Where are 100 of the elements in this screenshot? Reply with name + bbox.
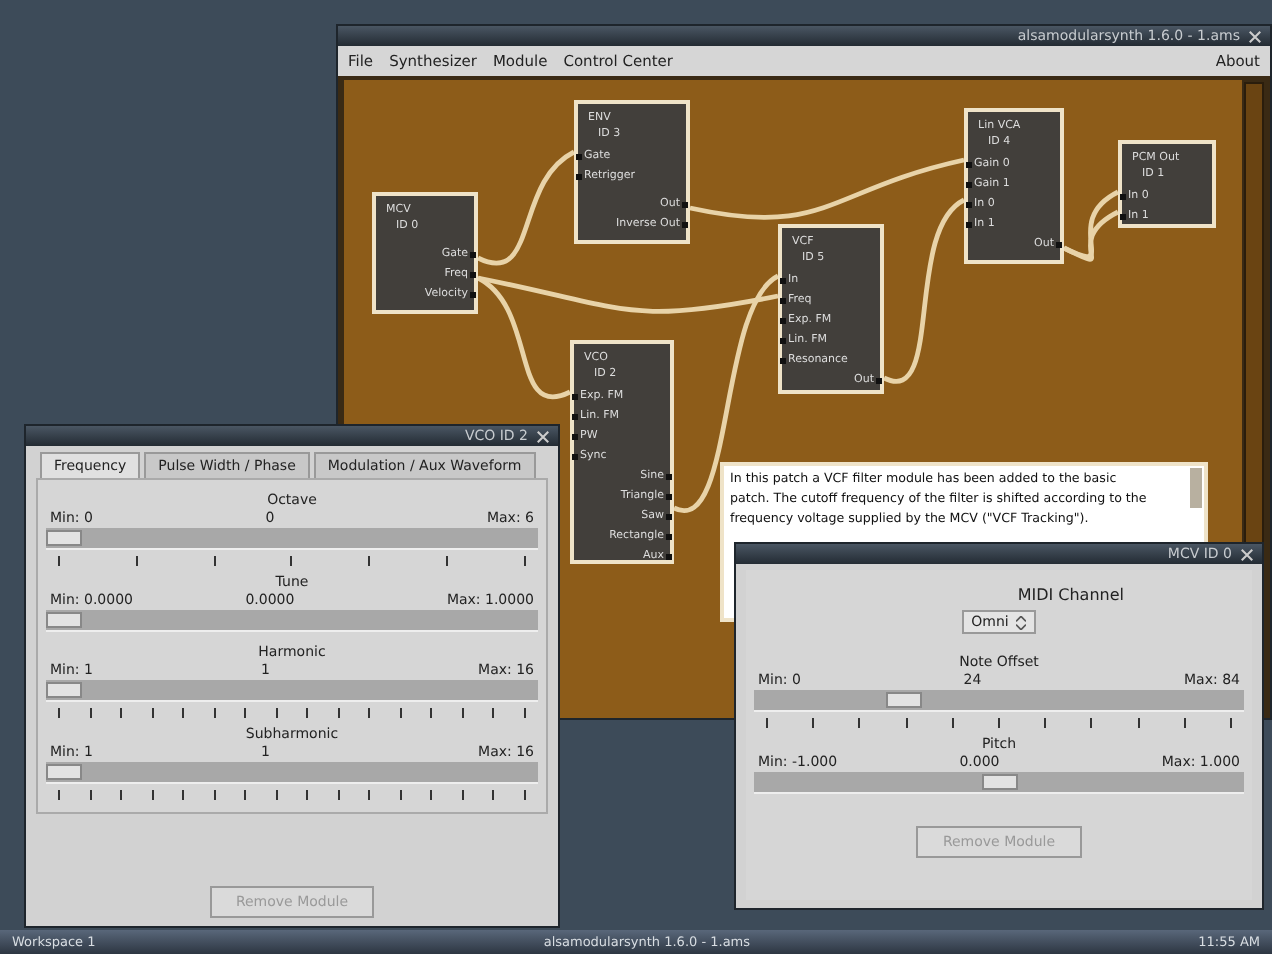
port-jack[interactable] [876,377,882,383]
tick-mark [58,708,60,718]
tick-mark [151,708,154,718]
port-jack[interactable] [780,337,786,343]
port-jack[interactable] [572,413,578,419]
port-jack[interactable] [470,251,476,257]
tick-mark [430,708,433,718]
tick-mark [951,718,954,728]
tick-mark [213,556,216,566]
tick-mark [244,790,247,800]
port-jack[interactable] [666,553,672,559]
tick-mark [306,708,309,718]
tick-mark [213,790,216,800]
tick-mark [58,556,60,566]
slider[interactable] [754,772,1244,794]
port-jack[interactable] [1120,213,1126,219]
tick-mark [120,790,123,800]
slider-handle[interactable] [885,692,922,708]
slider[interactable] [46,680,538,702]
tick-mark [368,556,371,566]
tick-mark [399,790,402,800]
slider-handle[interactable] [46,530,82,546]
port-jack[interactable] [470,271,476,277]
tick-mark [523,790,526,800]
port-jack[interactable] [572,433,578,439]
tick-mark [182,790,185,800]
port-jack[interactable] [780,357,786,363]
slider-handle[interactable] [46,764,82,780]
slider[interactable] [46,528,538,550]
patch-cable [1063,189,1120,259]
tick-mark [399,708,402,718]
tick-mark [492,708,495,718]
tick-mark [461,790,464,800]
tick-mark [492,790,495,800]
port-jack[interactable] [966,201,972,207]
tick-mark [135,556,138,566]
port-jack[interactable] [576,173,582,179]
tick-mark [461,708,464,718]
tick-mark [275,790,278,800]
tick-mark [368,790,371,800]
tick-mark [151,790,154,800]
port-jack[interactable] [666,473,672,479]
tick-mark [858,718,861,728]
tick-mark [89,708,92,718]
tick-mark [337,790,340,800]
tick-mark [1137,718,1139,728]
tick-mark [812,718,815,728]
port-jack[interactable] [576,153,582,159]
tick-mark [290,556,293,566]
port-jack[interactable] [1120,193,1126,199]
tick-mark [997,718,1000,728]
tick-mark [1044,718,1047,728]
tick-mark [89,790,92,800]
port-jack[interactable] [966,161,972,167]
patch-cable [1062,209,1120,262]
slider[interactable] [46,610,538,632]
port-jack[interactable] [666,493,672,499]
port-jack[interactable] [572,393,578,399]
port-jack[interactable] [682,221,688,227]
close-icon[interactable] [1240,547,1254,561]
port-jack[interactable] [780,297,786,303]
tick-mark [1183,718,1186,728]
tick-mark [905,718,908,728]
tick-mark [58,790,60,800]
midi-channel-label: MIDI Channel [1017,586,1124,604]
tick-mark [523,708,526,718]
patch-cable [477,150,576,266]
tick-mark [306,790,309,800]
tick-mark [446,556,449,566]
tick-mark [275,708,278,718]
tick-mark [213,708,216,718]
port-jack[interactable] [572,453,578,459]
port-jack[interactable] [966,181,972,187]
port-jack[interactable] [666,533,672,539]
slider[interactable] [46,762,538,784]
close-icon[interactable] [536,429,550,443]
slider[interactable] [754,690,1244,712]
tick-mark [430,790,433,800]
tick-mark [120,708,123,718]
tick-mark [368,708,371,718]
tick-mark [244,708,247,718]
port-jack[interactable] [780,317,786,323]
port-jack[interactable] [780,277,786,283]
close-icon[interactable] [1248,29,1262,43]
tick-mark [182,708,185,718]
slider-handle[interactable] [981,774,1017,790]
port-jack[interactable] [1056,241,1062,247]
slider-handle[interactable] [46,612,82,628]
tick-mark [1229,718,1232,728]
port-jack[interactable] [666,513,672,519]
tick-mark [337,708,340,718]
tick-mark [523,556,526,566]
slider-handle[interactable] [46,682,82,698]
port-jack[interactable] [966,221,972,227]
tick-mark [766,718,768,728]
tick-mark [1090,718,1093,728]
port-jack[interactable] [682,201,688,207]
spin-arrows-icon [1016,615,1027,629]
port-jack[interactable] [470,291,476,297]
scrollbar[interactable] [1190,468,1202,508]
